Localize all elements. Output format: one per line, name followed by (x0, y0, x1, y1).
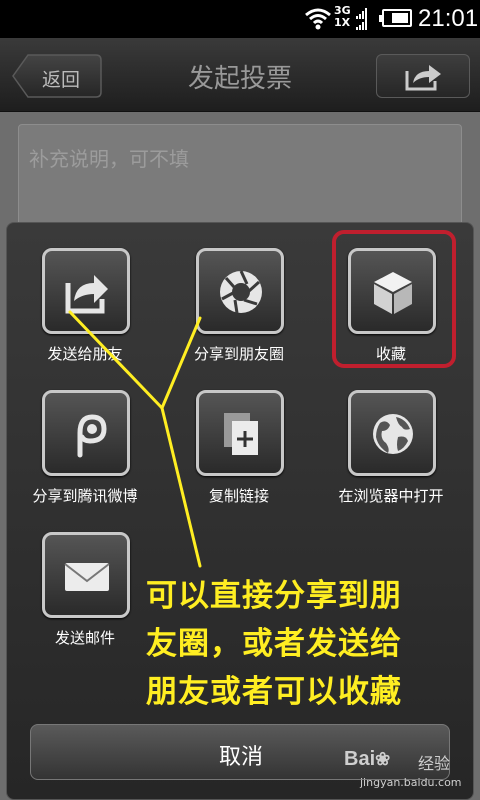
status-bar: 3G 1X 21:01 (0, 0, 480, 38)
paw-icon: ❀ (375, 749, 391, 769)
network-indicator: 3G 1X (334, 5, 351, 29)
watermark-logo-text: Bai (344, 748, 376, 770)
share-tile (42, 532, 130, 618)
baidu-watermark: Bai❀ 经验 jingyan.baidu.com (344, 748, 474, 796)
share-item-tencent-weibo[interactable]: 分享到腾讯微博 (10, 364, 160, 505)
share-tile (42, 248, 130, 334)
share-item-open-in-browser[interactable]: 在浏览器中打开 (316, 364, 466, 505)
tencent-weibo-icon (77, 414, 107, 458)
annotation-line: 可以直接分享到朋 (146, 578, 402, 614)
share-item-label: 在浏览器中打开 (338, 487, 444, 505)
share-icon (405, 65, 441, 91)
share-tile (348, 390, 436, 476)
title-bar: 返回 发起投票 (0, 38, 480, 112)
annotation-line: 友圈，或者发送给 (146, 626, 402, 662)
status-time: 21:01 (418, 5, 479, 32)
copy-link-icon (224, 413, 258, 455)
favorite-highlight-box (332, 230, 456, 368)
share-tile (196, 248, 284, 334)
note-placeholder: 补充说明，可不填 (29, 147, 189, 171)
aperture-icon (220, 270, 262, 314)
annotation-caption: 可以直接分享到朋 友圈，或者发送给 朋友或者可以收藏 (146, 572, 466, 716)
annotation-line: 朋友或者可以收藏 (146, 674, 402, 710)
share-item-send-to-friend[interactable]: 发送给朋友 (10, 222, 160, 363)
share-arrow-icon (65, 275, 108, 314)
share-tile (42, 390, 130, 476)
share-item-moments[interactable]: 分享到朋友圈 (164, 222, 314, 363)
share-item-copy-link[interactable]: 复制链接 (164, 364, 314, 505)
share-button[interactable] (376, 54, 470, 98)
signal-bars-icon (356, 8, 367, 30)
watermark-site: jingyan.baidu.com (360, 776, 462, 789)
note-input[interactable]: 补充说明，可不填 (18, 124, 462, 234)
share-item-send-email[interactable]: 发送邮件 (10, 506, 160, 647)
envelope-icon (64, 563, 110, 591)
network-1x-label: 1X (334, 16, 351, 29)
watermark-brand: 经验 (418, 754, 451, 773)
share-tile (196, 390, 284, 476)
wifi-icon (305, 8, 331, 30)
globe-icon (373, 414, 413, 454)
battery-icon (379, 9, 412, 27)
watermark-logo: Bai❀ (344, 748, 390, 771)
